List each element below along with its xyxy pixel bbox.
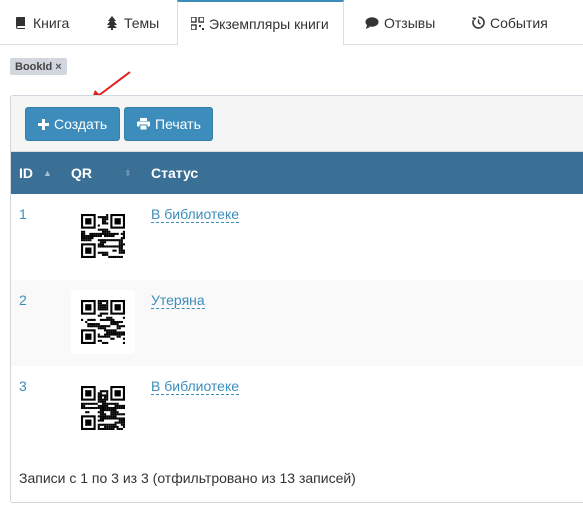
table-row: 3 В библиотеке — [11, 366, 583, 452]
qrcode-icon — [190, 17, 204, 31]
print-icon — [137, 118, 150, 130]
table-header: ID ▲ QR ⬍ Статус — [11, 152, 583, 194]
filter-chip-label: BookId — [15, 60, 53, 73]
table-info: Записи с 1 по 3 из 3 (отфильтровано из 1… — [19, 470, 356, 486]
column-header-id[interactable]: ID ▲ — [19, 152, 52, 194]
tab-label: События — [490, 14, 548, 31]
row-id: 2 — [19, 292, 27, 308]
print-button-label: Печать — [155, 116, 201, 132]
plus-icon — [38, 118, 49, 130]
close-icon[interactable]: × — [55, 61, 61, 73]
book-icon — [14, 16, 28, 30]
table-row: 2 Утеряна — [11, 280, 583, 366]
row-id: 3 — [19, 378, 27, 394]
tab-book-copies[interactable]: Экземпляры книги — [177, 0, 344, 46]
tab-label: Темы — [124, 14, 160, 31]
tab-label: Отзывы — [384, 14, 436, 31]
panel-toolbar: Создать Печать — [11, 96, 583, 152]
tab-bar: Книга Темы Экземпляры книги Отзывы Событ… — [0, 0, 583, 46]
status-link[interactable]: В библиотеке — [151, 206, 240, 223]
comment-icon — [365, 16, 379, 30]
create-button[interactable]: Создать — [25, 107, 120, 141]
print-button[interactable]: Печать — [124, 107, 213, 141]
tab-reviews[interactable]: Отзывы — [353, 0, 447, 45]
history-icon — [471, 16, 485, 30]
qr-code-icon — [71, 376, 135, 440]
tab-book[interactable]: Книга — [2, 0, 81, 45]
copies-panel: Создать Печать ID ▲ QR ⬍ Статус 1 В библ… — [10, 95, 583, 503]
row-id: 1 — [19, 206, 27, 222]
qr-code-icon — [71, 204, 135, 268]
qr-code-icon — [71, 290, 135, 354]
tab-label: Экземпляры книги — [209, 15, 329, 32]
tab-events[interactable]: События — [459, 0, 560, 45]
filter-chip-bookid: BookId × — [10, 58, 67, 75]
column-header-status-label: Статус — [151, 165, 199, 181]
table-row: 1 В библиотеке — [11, 194, 583, 280]
status-link[interactable]: В библиотеке — [151, 378, 240, 395]
tree-icon — [105, 15, 119, 30]
column-header-qr-label: QR — [71, 165, 92, 181]
tab-topics[interactable]: Темы — [93, 0, 171, 45]
sort-asc-icon: ▲ — [43, 168, 52, 178]
tab-label: Книга — [33, 14, 70, 31]
create-button-label: Создать — [54, 116, 108, 132]
column-header-qr[interactable]: QR ⬍ — [71, 152, 132, 194]
status-link[interactable]: Утеряна — [151, 292, 205, 309]
sort-icon: ⬍ — [124, 167, 132, 178]
column-header-status[interactable]: Статус — [151, 152, 198, 194]
column-header-id-label: ID — [19, 165, 33, 181]
